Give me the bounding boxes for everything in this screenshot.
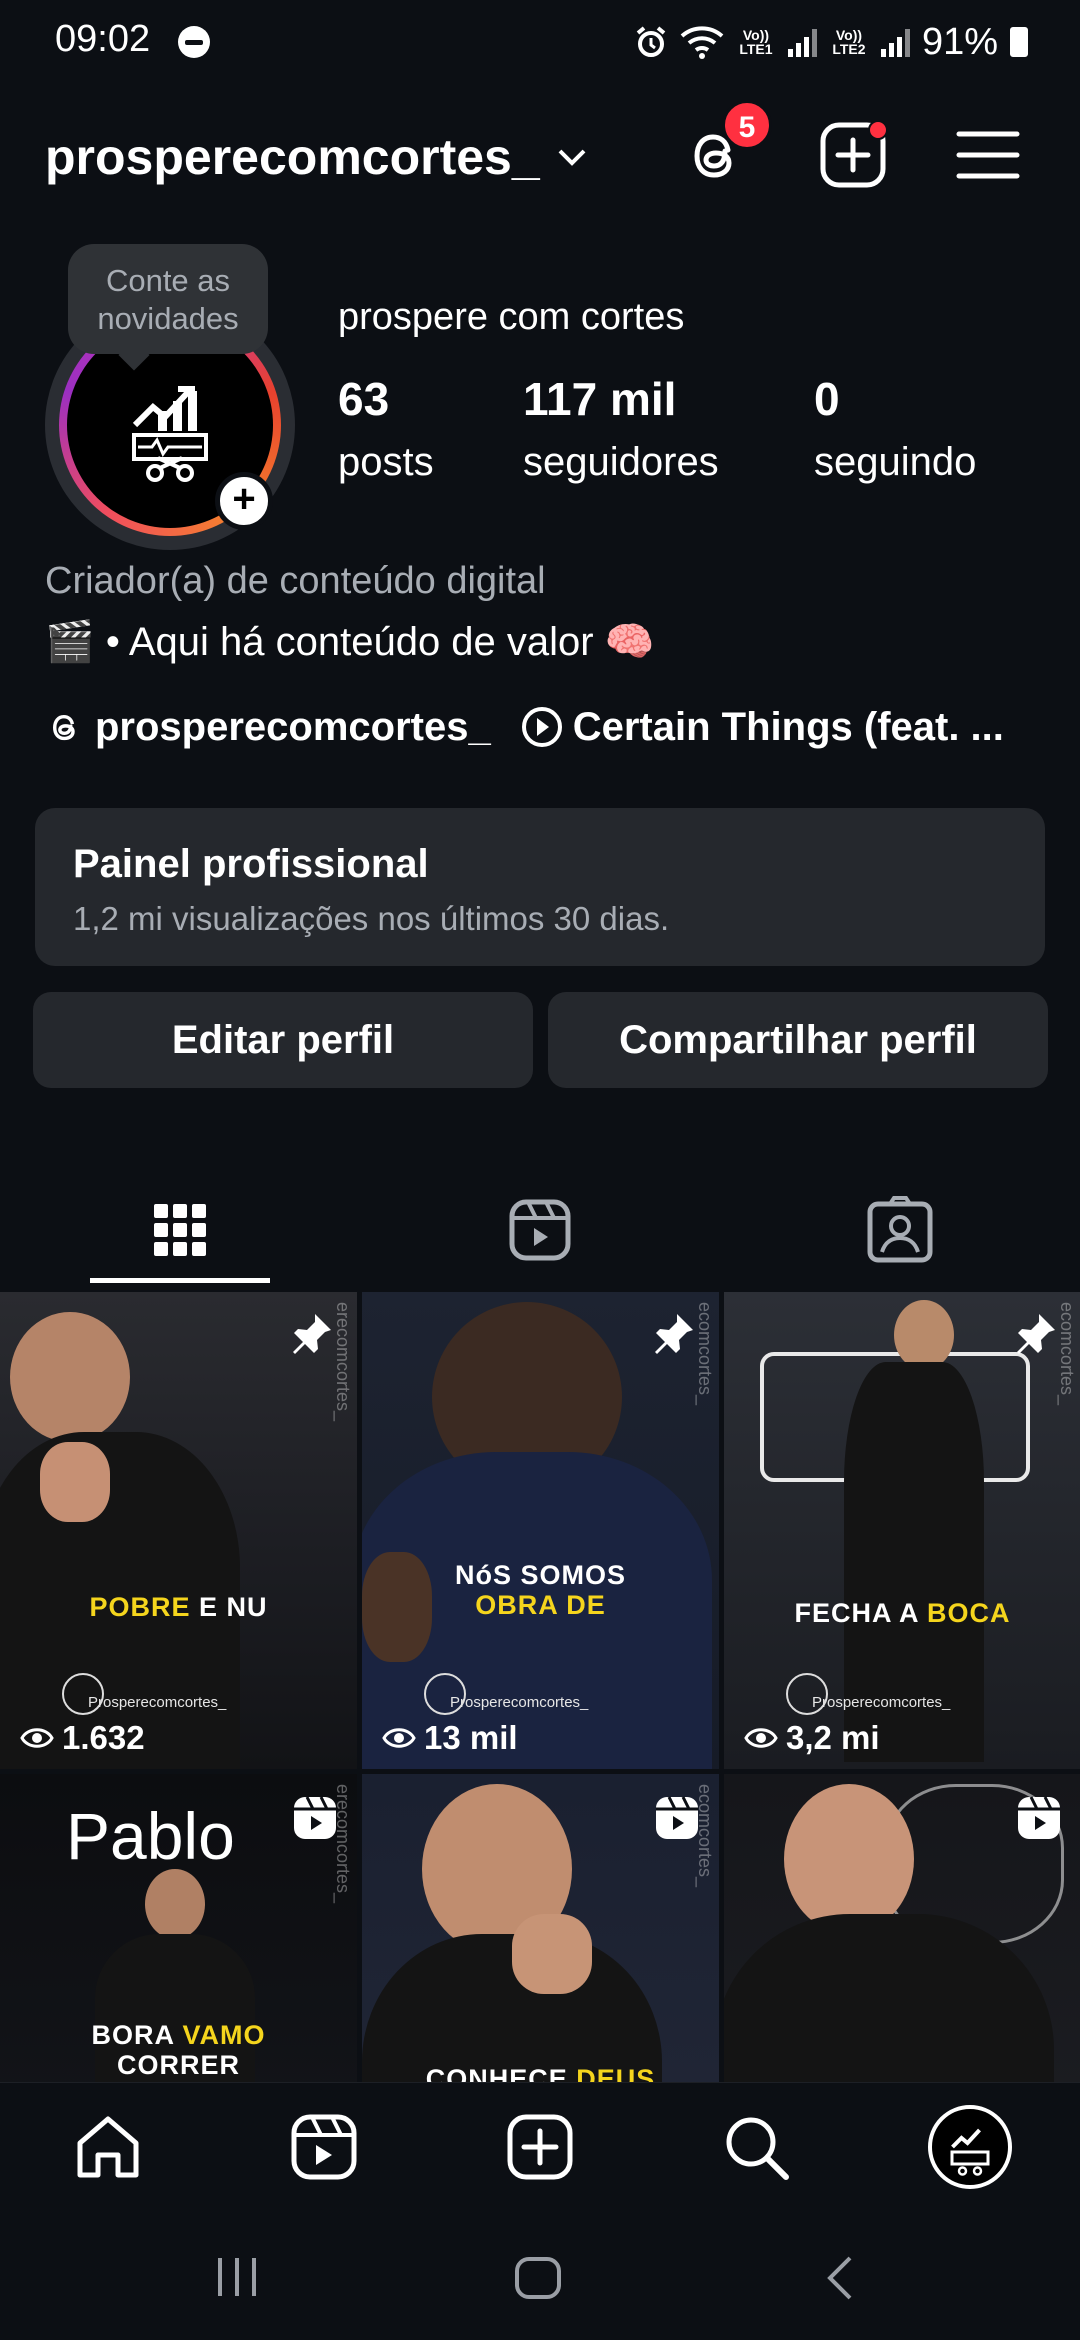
profile-music-link[interactable]: Certain Things (feat. ... [573, 705, 1004, 750]
profile-links: prosperecomcortes_ Certain Things (feat.… [45, 702, 1004, 752]
view-count: 1.632 [20, 1719, 145, 1757]
notes-tooltip[interactable]: Conte as novidades [68, 244, 268, 354]
menu-icon[interactable] [953, 120, 1023, 190]
posts-label: posts [338, 440, 434, 484]
home-icon[interactable] [70, 2109, 146, 2185]
followers-count: 117 mil [523, 373, 677, 425]
signal2-icon [880, 27, 910, 57]
profile-bio: 🎬 • Aqui há conteúdo de valor 🧠 [45, 620, 655, 664]
followers-label: seguidores [523, 440, 719, 484]
battery-percent: 91% [921, 20, 998, 63]
add-story-button[interactable]: + [215, 472, 273, 530]
threads-profile-link[interactable]: prosperecomcortes_ [95, 705, 491, 750]
eye-icon [382, 1728, 416, 1748]
threads-icon [52, 714, 75, 741]
dashboard-subtitle: 1,2 mi visualizações nos últimos 30 dias… [73, 900, 670, 937]
pinned-icon [1017, 1314, 1055, 1354]
post-caption: NóS SOMOS OBRA DE [454, 1560, 626, 1620]
reel-icon [656, 1796, 698, 1839]
battery-icon [1010, 27, 1028, 57]
stat-followers[interactable]: 117 mil seguidores [523, 372, 719, 485]
edit-profile-button[interactable]: Editar perfil [33, 992, 533, 1088]
brand-logo-icon [950, 2128, 990, 2176]
stat-posts[interactable]: 63 posts [338, 372, 434, 485]
active-tab-indicator [90, 1278, 270, 1283]
post-watermark: Prosperecomcortes_ [88, 1694, 227, 1711]
recent-apps-icon[interactable] [212, 2256, 262, 2298]
back-icon[interactable] [822, 2254, 858, 2302]
status-bar: 09:02 Vo)) LTE1 Vo)) LTE2 91% [0, 0, 1080, 84]
eye-icon [744, 1728, 778, 1748]
signal1-icon [787, 27, 817, 57]
reel-icon [1018, 1796, 1060, 1839]
reels-tab-icon[interactable] [500, 1190, 580, 1270]
side-watermark: ecomcortes_ [695, 1302, 715, 1406]
brand-logo-icon [132, 386, 208, 482]
pinned-icon [655, 1314, 693, 1354]
post-caption: BORA VAMO CORRER [91, 2020, 266, 2080]
side-watermark: ecomcortes_ [1057, 1302, 1077, 1406]
pinned-icon [293, 1314, 331, 1354]
post-tile[interactable]: erecomcortes_ POBRE E NU Prosperecomcort… [0, 1292, 357, 1769]
share-profile-button[interactable]: Compartilhar perfil [548, 992, 1048, 1088]
professional-dashboard[interactable]: Painel profissional 1,2 mi visualizações… [35, 808, 1045, 966]
profile-tabs [0, 1160, 1080, 1290]
eye-icon [20, 1728, 54, 1748]
account-switcher[interactable]: prosperecomcortes_ [45, 128, 540, 186]
sim2-label: Vo)) LTE2 [832, 27, 866, 57]
post-caption: POBRE E NU [89, 1592, 268, 1622]
profile-avatar-nav[interactable] [928, 2105, 1012, 2189]
display-name: prospere com cortes [338, 296, 685, 338]
chevron-down-icon[interactable] [555, 140, 589, 174]
alarm-icon [636, 26, 666, 57]
bottom-navigation [0, 2082, 1080, 2212]
create-icon[interactable] [502, 2109, 578, 2185]
profile-category: Criador(a) de conteúdo digital [45, 560, 546, 602]
create-notification-dot [868, 120, 888, 140]
threads-notification-badge: 5 [722, 100, 772, 150]
post-watermark: Prosperecomcortes_ [450, 1694, 589, 1711]
posts-count: 63 [338, 373, 390, 425]
following-label: seguindo [814, 440, 977, 484]
view-count: 3,2 mi [744, 1719, 880, 1757]
post-tile[interactable]: ecomcortes_ NóS SOMOS OBRA DE Prosperecom… [362, 1292, 719, 1769]
post-tile[interactable]: ecomcortes_ FECHA A BOCA Prosperecomcort… [724, 1292, 1080, 1769]
system-navigation [0, 2212, 1080, 2340]
post-caption: FECHA A BOCA [794, 1598, 1011, 1628]
status-time: 09:02 [55, 18, 151, 60]
play-music-icon [521, 707, 562, 747]
profile-header: prosperecomcortes_ [0, 110, 1080, 200]
overlay-title: Pablo [66, 1799, 235, 1873]
stat-following[interactable]: 0 seguindo [814, 372, 976, 485]
sim1-label: Vo)) LTE1 [739, 27, 773, 57]
view-count: 13 mil [382, 1719, 518, 1757]
posts-grid: erecomcortes_ POBRE E NU Prosperecomcort… [0, 1292, 1080, 2251]
search-icon[interactable] [718, 2109, 794, 2185]
tagged-tab-icon[interactable] [860, 1190, 940, 1270]
do-not-disturb-icon [178, 26, 210, 58]
side-watermark: erecomcortes_ [333, 1302, 353, 1422]
wifi-icon [680, 26, 724, 59]
post-watermark: Prosperecomcortes_ [812, 1694, 951, 1711]
following-count: 0 [814, 373, 840, 425]
dashboard-title: Painel profissional [73, 842, 429, 886]
home-button-icon[interactable] [514, 2256, 562, 2300]
reels-icon[interactable] [286, 2109, 362, 2185]
reel-icon [294, 1796, 336, 1839]
grid-tab-icon[interactable] [140, 1190, 220, 1270]
